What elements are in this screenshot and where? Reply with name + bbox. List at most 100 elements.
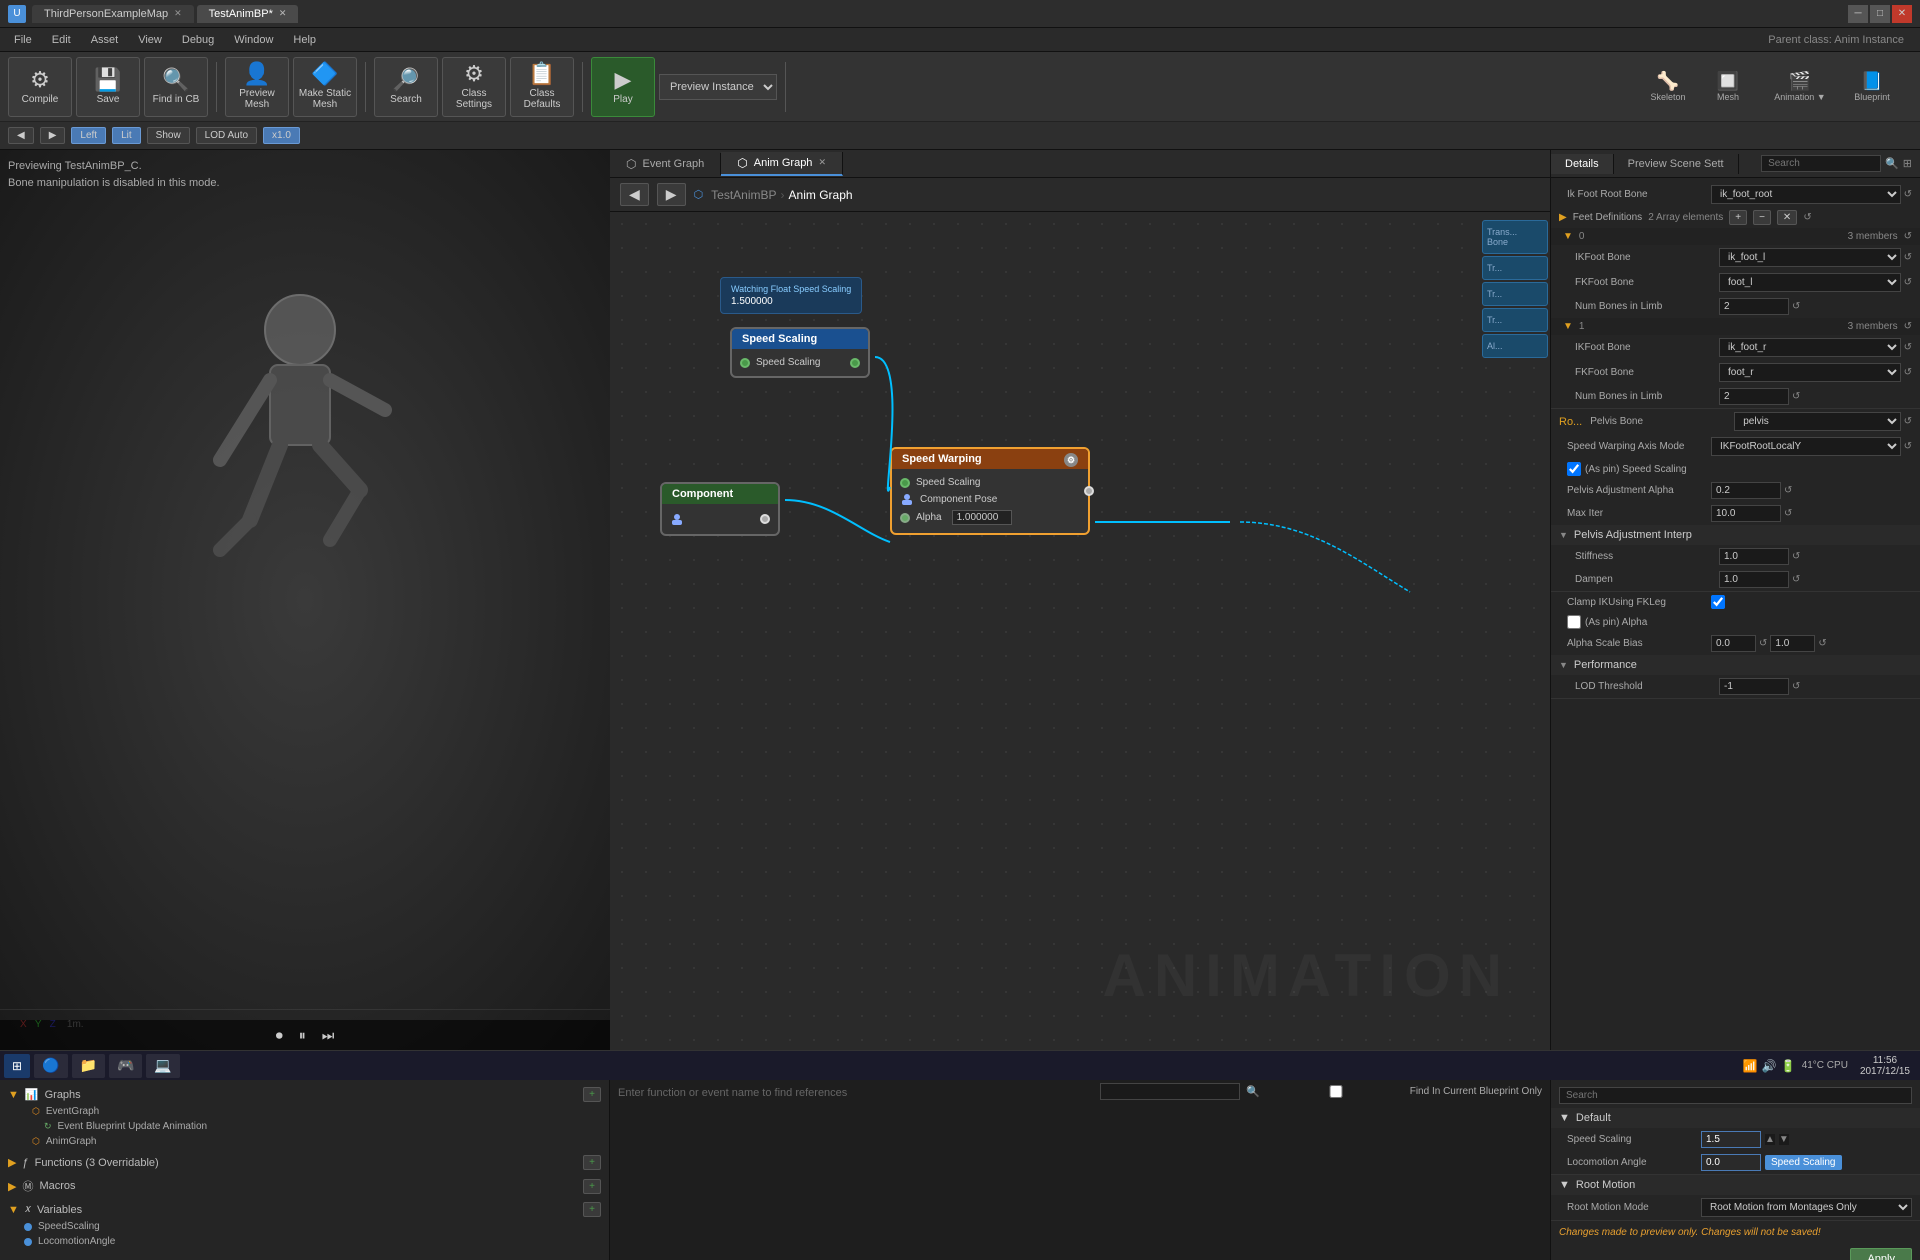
ik-foot-r-reset[interactable]: ↺ (1904, 342, 1912, 353)
fk-foot-l-select[interactable]: foot_l (1719, 273, 1901, 292)
variables-header[interactable]: ▼ 𝑥 Variables + (8, 1200, 601, 1219)
add-variable-button[interactable]: + (583, 1202, 601, 1217)
element0-header[interactable]: ▼ 0 3 members ↺ (1551, 228, 1920, 245)
minimize-button[interactable]: ─ (1848, 5, 1868, 23)
dampen-input[interactable] (1719, 571, 1789, 588)
anim-graph-item[interactable]: ⬡ AnimGraph (8, 1134, 601, 1149)
ik-foot-root-reset[interactable]: ↺ (1904, 189, 1912, 200)
pelvis-interp-header[interactable]: ▼ Pelvis Adjustment Interp (1551, 525, 1920, 545)
element1-reset[interactable]: ↺ (1904, 321, 1912, 332)
clamp-ik-checkbox[interactable] (1711, 595, 1725, 609)
transform-node-5[interactable]: Al... (1482, 334, 1548, 358)
num-bones-l-input[interactable] (1719, 298, 1789, 315)
functions-header[interactable]: ▶ ƒ Functions (3 Overridable) + (8, 1153, 601, 1172)
menu-help[interactable]: Help (283, 32, 326, 48)
tab-map-close[interactable]: ✕ (174, 8, 182, 19)
locomotion-angle-var[interactable]: LocomotionAngle (8, 1234, 601, 1249)
root-motion-header[interactable]: ▼ Root Motion (1551, 1175, 1920, 1195)
transform-node-4[interactable]: Tr... (1482, 308, 1548, 332)
speed-scaling-var[interactable]: SpeedScaling (8, 1219, 601, 1234)
fk-foot-r-reset[interactable]: ↺ (1904, 367, 1912, 378)
component-node[interactable]: Component (660, 482, 780, 536)
apply-button[interactable]: Apply (1850, 1248, 1912, 1260)
pelvis-adj-alpha-reset[interactable]: ↺ (1784, 485, 1792, 496)
speed-scaling-spin-up[interactable]: ▲ (1765, 1134, 1775, 1145)
show-button[interactable]: Show (147, 127, 190, 144)
num-bones-r-reset[interactable]: ↺ (1792, 391, 1800, 402)
tab-anim-graph[interactable]: ⬡ Anim Graph ✕ (721, 152, 843, 176)
anim-graph-tab-close[interactable]: ✕ (818, 157, 826, 168)
speed-button[interactable]: x1.0 (263, 127, 300, 144)
root-motion-mode-select[interactable]: Root Motion from Montages Only (1701, 1198, 1912, 1217)
max-iter-reset[interactable]: ↺ (1784, 508, 1792, 519)
pelvis-bone-reset[interactable]: ↺ (1904, 416, 1912, 427)
element1-header[interactable]: ▼ 1 3 members ↺ (1551, 318, 1920, 335)
menu-file[interactable]: File (4, 32, 42, 48)
menu-debug[interactable]: Debug (172, 32, 224, 48)
as-pin-speed-checkbox[interactable] (1567, 462, 1581, 476)
class-defaults-button[interactable]: 📋 Class Defaults (510, 57, 574, 117)
alpha-scale-a-reset[interactable]: ↺ (1759, 638, 1767, 649)
details-search-input[interactable] (1761, 155, 1881, 172)
graph-forward-button[interactable]: ▶ (657, 183, 686, 206)
pelvis-bone-select[interactable]: pelvis (1734, 412, 1900, 431)
animation-button[interactable]: 🎬 Animation ▼ (1760, 71, 1840, 102)
view-left-button[interactable]: Left (71, 127, 106, 144)
class-settings-button[interactable]: ⚙ Class Settings (442, 57, 506, 117)
menu-view[interactable]: View (128, 32, 172, 48)
preview-search-input[interactable] (1559, 1087, 1912, 1104)
max-iter-input[interactable] (1711, 505, 1781, 522)
speed-scaling-input[interactable] (1701, 1131, 1761, 1148)
ik-foot-r-select[interactable]: ik_foot_r (1719, 338, 1901, 357)
lod-threshold-input[interactable] (1719, 678, 1789, 695)
preview-mesh-button[interactable]: 👤 Preview Mesh (225, 57, 289, 117)
alpha-scale-b-input[interactable] (1770, 635, 1815, 652)
alpha-scale-b-reset[interactable]: ↺ (1818, 638, 1826, 649)
find-in-bp-checkbox[interactable] (1266, 1085, 1406, 1098)
ik-foot-l-select[interactable]: ik_foot_l (1719, 248, 1901, 267)
save-button[interactable]: 💾 Save (76, 57, 140, 117)
locomotion-angle-input[interactable] (1701, 1154, 1761, 1171)
clear-elements-button[interactable]: ✕ (1777, 210, 1797, 225)
tab-animbp[interactable]: TestAnimBP* ✕ (197, 5, 299, 23)
start-button[interactable]: ⊞ (4, 1054, 30, 1078)
element0-reset[interactable]: ↺ (1904, 231, 1912, 242)
close-button[interactable]: ✕ (1892, 5, 1912, 23)
layout-icon[interactable]: ⊞ (1903, 157, 1912, 170)
ik-foot-l-reset[interactable]: ↺ (1904, 252, 1912, 263)
blueprint-toolbar-button[interactable]: 📘 Blueprint (1844, 71, 1900, 102)
graphs-header[interactable]: ▼ 📊 Graphs + (8, 1085, 601, 1104)
speed-scaling-node[interactable]: Speed Scaling Speed Scaling (730, 327, 870, 378)
transform-node-2[interactable]: Tr... (1482, 256, 1548, 280)
node-settings-icon[interactable]: ⚙ (1064, 453, 1078, 467)
preview-scene-tab[interactable]: Preview Scene Sett (1614, 154, 1739, 174)
alpha-scale-a-input[interactable] (1711, 635, 1756, 652)
graph-back-button[interactable]: ◀ (620, 183, 649, 206)
graph-area[interactable]: Watching Float Speed Scaling 1.500000 Sp… (610, 212, 1550, 1050)
num-bones-r-input[interactable] (1719, 388, 1789, 405)
add-macro-button[interactable]: + (583, 1179, 601, 1194)
taskbar-file-explorer[interactable]: 📁 (72, 1054, 105, 1078)
tab-animbp-close[interactable]: ✕ (279, 8, 287, 19)
lod-threshold-reset[interactable]: ↺ (1792, 681, 1800, 692)
tab-event-graph[interactable]: ⬡ Event Graph (610, 153, 721, 175)
play-button[interactable]: ▶ Play (591, 57, 655, 117)
dampen-reset[interactable]: ↺ (1792, 574, 1800, 585)
pause-button[interactable]: ⏸ (299, 1027, 306, 1044)
add-element-button[interactable]: + (1729, 210, 1747, 225)
as-pin-alpha-checkbox[interactable] (1567, 615, 1581, 629)
maximize-button[interactable]: □ (1870, 5, 1890, 23)
default-section-header[interactable]: ▼ Default (1551, 1108, 1920, 1128)
forward-nav-button[interactable]: ▶ (40, 127, 66, 144)
feet-def-reset[interactable]: ↺ (1803, 212, 1811, 223)
back-nav-button[interactable]: ◀ (8, 127, 34, 144)
taskbar-edge[interactable]: 🔵 (34, 1054, 67, 1078)
taskbar-unreal[interactable]: 🎮 (109, 1054, 142, 1078)
record-button[interactable]: ⏺ (276, 1027, 283, 1044)
event-bp-update[interactable]: ↻ Event Blueprint Update Animation (8, 1119, 601, 1134)
skeleton-button[interactable]: 🦴 Skeleton (1640, 71, 1696, 102)
lod-button[interactable]: LOD Auto (196, 127, 257, 144)
preview-instance-combo[interactable]: Preview Instance (659, 74, 777, 100)
search-button[interactable]: 🔎 Search (374, 57, 438, 117)
ik-foot-root-select[interactable]: ik_foot_root (1711, 185, 1901, 204)
